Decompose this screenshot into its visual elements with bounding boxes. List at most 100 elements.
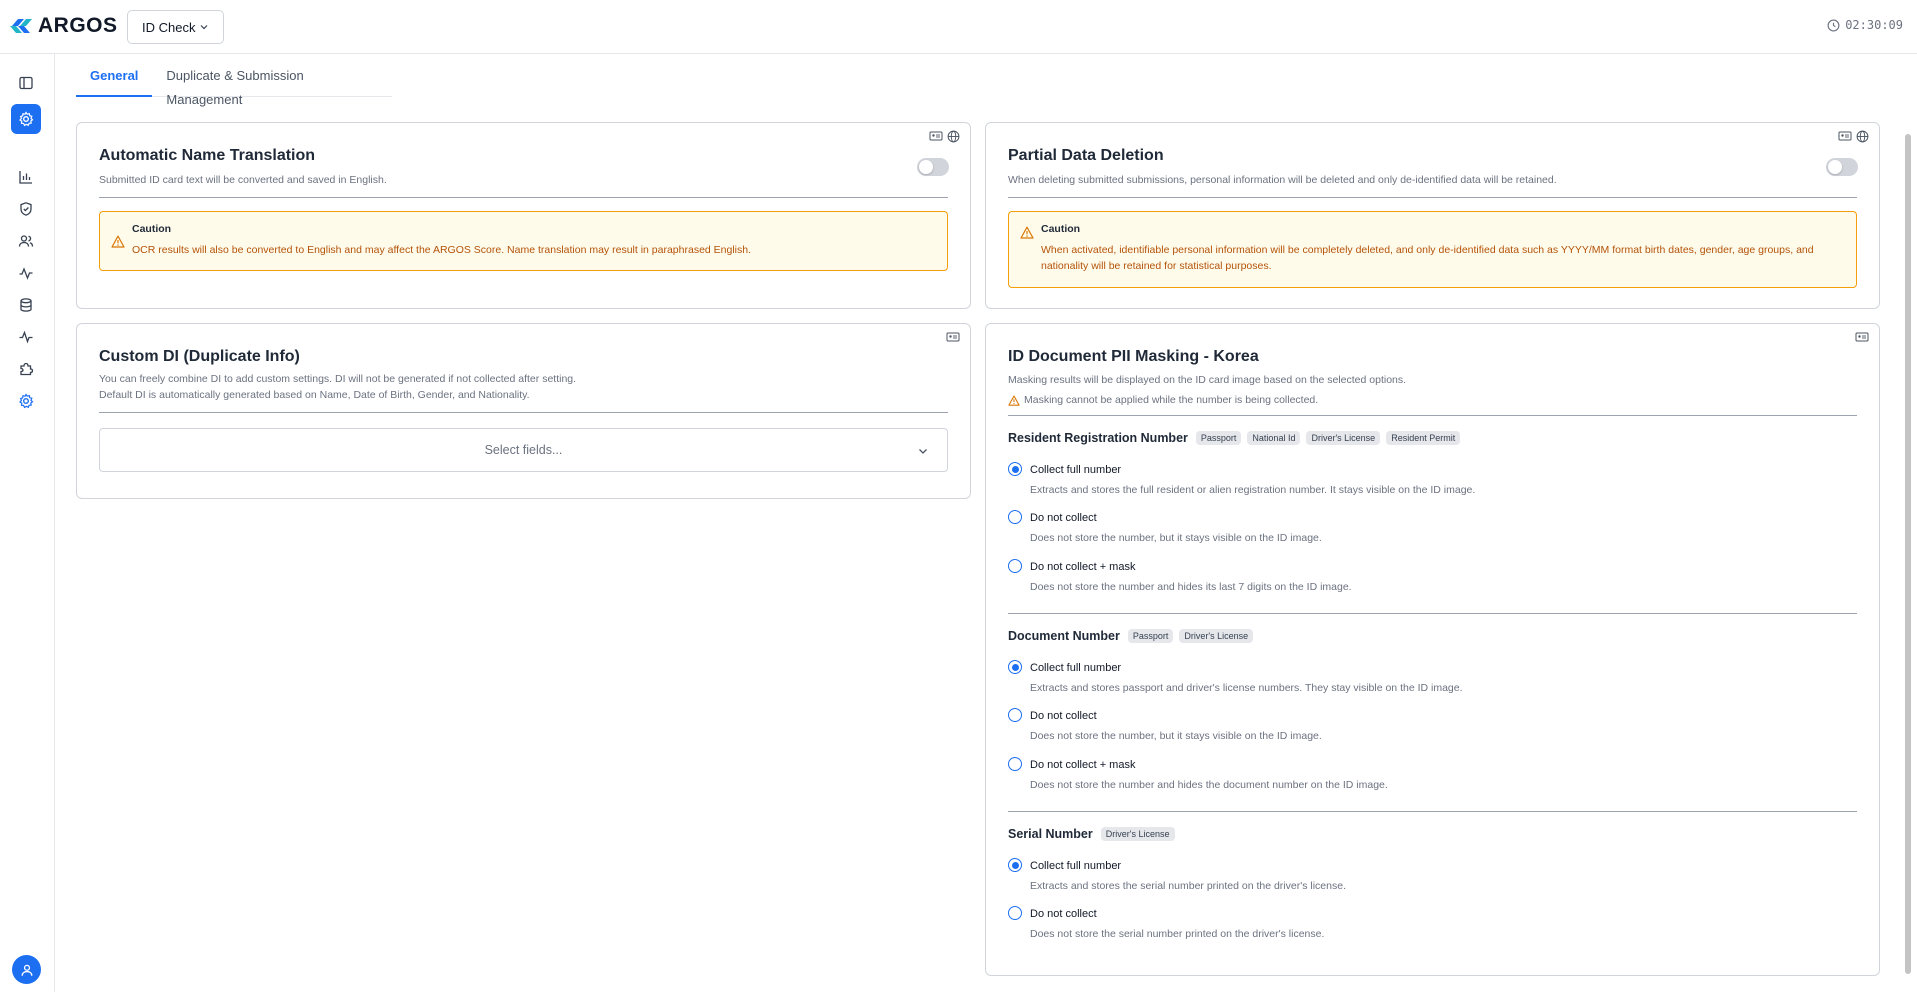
id-card-icon: [1855, 332, 1869, 342]
sidebar-item-analytics[interactable]: [11, 162, 41, 192]
product-selector[interactable]: ID Check: [127, 10, 225, 44]
settings-icon: [19, 393, 34, 409]
sidebar-item-monitoring[interactable]: [11, 322, 41, 352]
activity-icon: [19, 267, 33, 280]
option-description: Does not store the number and hides its …: [1030, 581, 1352, 593]
partial-deletion-card: Partial Data Deletion When deleting subm…: [985, 122, 1880, 309]
warning-icon: [1008, 394, 1020, 406]
id-card-icon: [1838, 131, 1852, 141]
tab-general[interactable]: General: [76, 64, 153, 97]
settings-icon: [19, 111, 34, 127]
option-description: Does not store the number and hides the …: [1030, 779, 1388, 791]
caution-text: When activated, identifiable personal in…: [1041, 244, 1814, 272]
card-icons: [1855, 331, 1869, 343]
logo-text: ARGOS: [38, 14, 118, 37]
section-serial-number: Serial Number Driver's License: [1008, 827, 1175, 841]
option-label: Do not collect + mask: [1030, 759, 1136, 771]
card-description: Masking results will be displayed on the…: [1008, 374, 1407, 386]
partial-deletion-toggle[interactable]: [1826, 158, 1858, 176]
chevron-down-icon: [919, 449, 927, 454]
option-description: Does not store the number, but it stays …: [1030, 730, 1322, 742]
option-label: Collect full number: [1030, 464, 1122, 476]
sidebar-toggle-button[interactable]: [11, 68, 41, 98]
user-icon: [21, 964, 32, 976]
doc-type-chip: National Id: [1247, 431, 1301, 445]
option-description: Extracts and stores passport and driver'…: [1030, 682, 1463, 694]
card-icons: [946, 331, 960, 343]
radio-button[interactable]: [1008, 906, 1022, 920]
card-title: Custom DI (Duplicate Info): [99, 348, 300, 365]
radio-button[interactable]: [1008, 708, 1022, 722]
warning-icon: [1020, 226, 1034, 239]
user-avatar[interactable]: [12, 955, 41, 984]
sidebar-item-users[interactable]: [11, 226, 41, 256]
custom-di-card: Custom DI (Duplicate Info) You can freel…: [76, 323, 971, 499]
divider: [99, 197, 948, 198]
option-label: Do not collect + mask: [1030, 561, 1136, 573]
pii-masking-card: ID Document PII Masking - Korea Masking …: [985, 323, 1880, 976]
card-title: ID Document PII Masking - Korea: [1008, 348, 1259, 365]
product-selector-label: ID Check: [142, 19, 196, 35]
sidebar-item-activity[interactable]: [11, 258, 41, 288]
chart-icon: [19, 171, 32, 184]
card-title: Partial Data Deletion: [1008, 147, 1164, 164]
card-icons: [1838, 130, 1869, 143]
settings-tabs: General Duplicate & Submission Managemen…: [76, 64, 392, 107]
sidebar-item-settings-secondary[interactable]: [11, 386, 41, 416]
option-label: Do not collect: [1030, 908, 1097, 920]
sidebar-item-settings[interactable]: [11, 104, 41, 134]
globe-icon: [1856, 130, 1869, 143]
section-title: Serial Number: [1008, 827, 1093, 841]
doc-type-chip: Driver's License: [1306, 431, 1381, 445]
tab-duplicate-submission[interactable]: Duplicate & Submission Management: [152, 64, 392, 107]
argos-logo-icon: [10, 19, 32, 33]
id-card-icon: [929, 131, 943, 141]
name-translation-card: Automatic Name Translation Submitted ID …: [76, 122, 971, 309]
sidebar-item-database[interactable]: [11, 290, 41, 320]
warning-icon: [111, 235, 125, 248]
radio-button[interactable]: [1008, 757, 1022, 771]
radio-button[interactable]: [1008, 510, 1022, 524]
masking-warning-text: Masking cannot be applied while the numb…: [1024, 394, 1319, 406]
argos-logo[interactable]: ARGOS: [10, 14, 118, 38]
name-translation-toggle[interactable]: [917, 158, 949, 176]
id-card-icon: [946, 332, 960, 342]
pulse-icon: [19, 330, 33, 344]
option-description: Does not store the number, but it stays …: [1030, 532, 1322, 544]
scrollbar-thumb[interactable]: [1905, 134, 1911, 974]
caution-text: OCR results will also be converted to En…: [132, 244, 752, 256]
caution-title: Caution: [1041, 223, 1081, 235]
section-resident-registration: Resident Registration Number Passport Na…: [1008, 431, 1461, 445]
puzzle-icon: [20, 362, 34, 376]
divider: [1008, 415, 1857, 416]
option-label: Do not collect: [1030, 512, 1097, 524]
radio-button[interactable]: [1008, 462, 1022, 476]
clock-icon: [1827, 19, 1840, 31]
select-placeholder: Select fields...: [484, 443, 563, 457]
divider: [1008, 197, 1857, 198]
doc-type-chip: Driver's License: [1100, 827, 1175, 841]
radio-button[interactable]: [1008, 559, 1022, 573]
section-title: Document Number: [1008, 629, 1120, 643]
caution-box: Caution OCR results will also be convert…: [99, 211, 948, 271]
radio-button[interactable]: [1008, 660, 1022, 674]
option-description: Does not store the serial number printed…: [1030, 928, 1325, 940]
option-description: Extracts and stores the full resident or…: [1030, 484, 1476, 496]
panel-toggle-icon: [19, 76, 33, 90]
clock-text: 02:30:09: [1845, 18, 1903, 32]
card-title: Automatic Name Translation: [99, 147, 316, 164]
sidebar-item-integrations[interactable]: [11, 354, 41, 384]
radio-button[interactable]: [1008, 858, 1022, 872]
page-scrollbar[interactable]: [1899, 54, 1917, 992]
divider: [1008, 613, 1857, 614]
card-description-1: You can freely combine DI to add custom …: [99, 373, 577, 385]
sidebar-item-security[interactable]: [11, 194, 41, 224]
sidebar: [0, 54, 55, 992]
users-icon: [18, 235, 34, 247]
option-label: Collect full number: [1030, 860, 1122, 872]
doc-type-chip: Passport: [1195, 431, 1242, 445]
main-content: General Duplicate & Submission Managemen…: [56, 54, 1899, 992]
option-description: Extracts and stores the serial number pr…: [1030, 880, 1346, 892]
top-bar: ARGOS ID Check 02:30:09: [0, 0, 1917, 54]
di-fields-select[interactable]: Select fields...: [99, 428, 948, 472]
